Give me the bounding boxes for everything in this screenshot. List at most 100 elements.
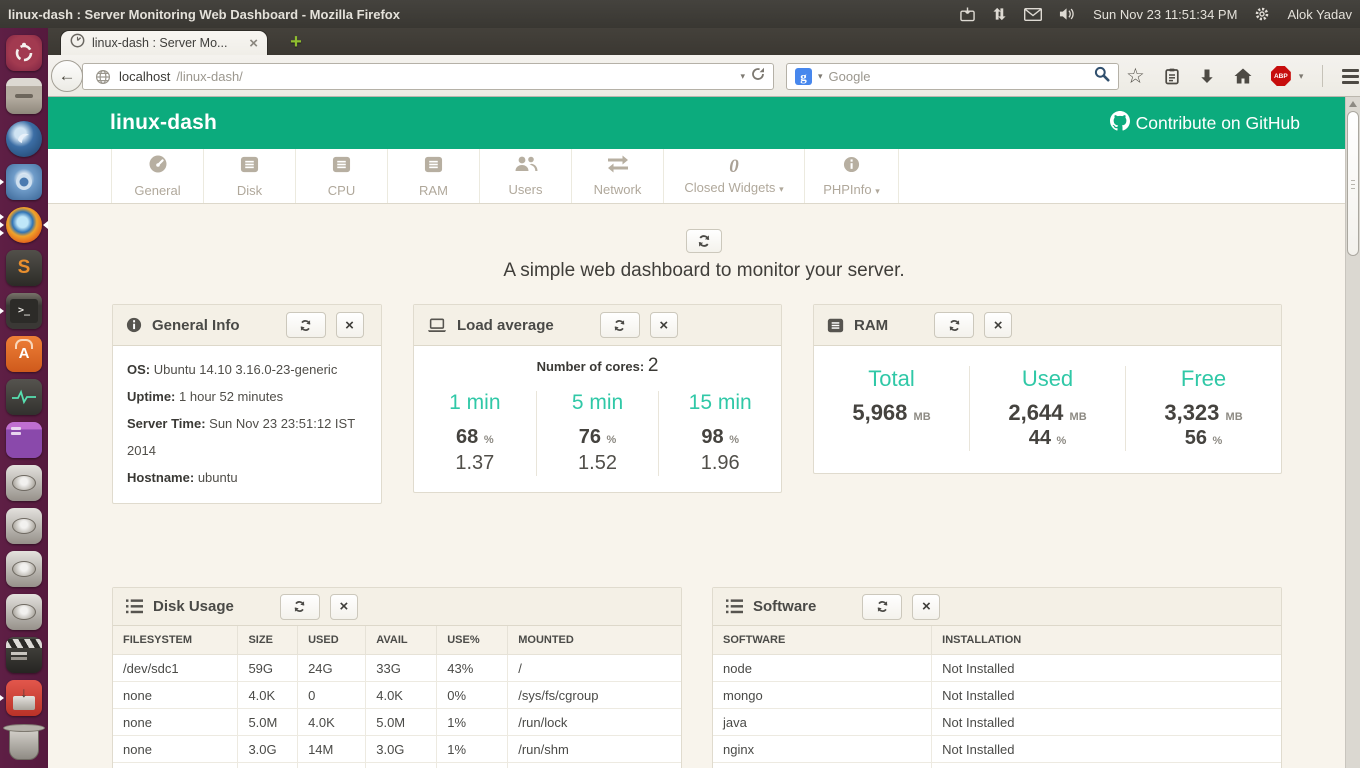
gauge-icon — [148, 154, 168, 179]
launcher-disk-1[interactable] — [0, 461, 48, 504]
downloads-icon[interactable] — [1199, 68, 1215, 84]
widget-load-average: Load average × Number of cores: 2 1 min … — [413, 304, 782, 493]
network-updown-icon[interactable] — [992, 7, 1007, 21]
scrollbar-thumb[interactable] — [1347, 111, 1359, 256]
cores-line: Number of cores: 2 — [536, 355, 659, 376]
tab-close-icon[interactable]: × — [249, 36, 258, 51]
disk-drive-icon — [6, 550, 42, 587]
search-input[interactable] — [828, 69, 1088, 84]
bookmarks-menu-icon[interactable] — [1164, 68, 1180, 85]
launcher-trash[interactable] — [0, 721, 48, 764]
info-row: Hostname: ubuntu — [127, 470, 238, 485]
launcher-files[interactable] — [0, 74, 48, 117]
widget-close-button[interactable]: × — [329, 593, 358, 620]
adblock-plus-icon[interactable]: ABP — [1270, 66, 1291, 86]
scrollbar-track[interactable] — [1345, 97, 1360, 768]
launcher-disk-4[interactable] — [0, 590, 48, 633]
disk-drive-icon — [6, 593, 42, 630]
mail-icon[interactable] — [1024, 7, 1043, 21]
widget-close-button[interactable]: × — [912, 593, 941, 620]
ram-used-column: Used 2,644 MB 44 % — [969, 366, 1125, 452]
widget-close-button[interactable]: × — [335, 312, 364, 338]
launcher-disk-3[interactable] — [0, 547, 48, 590]
url-host: localhost — [119, 69, 171, 84]
launcher-firefox[interactable] — [0, 203, 48, 246]
widget-refresh-button[interactable] — [279, 593, 320, 620]
system-titlebar: linux-dash : Server Monitoring Web Dashb… — [0, 0, 1360, 28]
widget-refresh-button[interactable] — [285, 312, 326, 338]
abp-dropdown-icon[interactable]: ▾ — [1299, 71, 1304, 82]
caret-down-icon: ▾ — [779, 184, 784, 194]
tab-cpu[interactable]: CPU — [295, 149, 387, 203]
users-icon — [514, 155, 538, 178]
browser-tab[interactable]: linux-dash : Server Mo... × — [60, 30, 268, 55]
google-engine-icon[interactable]: g — [795, 68, 812, 85]
launcher-media-app[interactable] — [0, 418, 48, 461]
tab-network[interactable]: Network — [571, 149, 663, 203]
url-input[interactable]: localhost/linux-dash/ ▾ — [82, 63, 774, 90]
launcher-thunderbird[interactable] — [0, 117, 48, 160]
bookmark-star-icon[interactable]: ☆ — [1126, 65, 1145, 87]
tab-general[interactable]: General — [111, 149, 203, 203]
window-title: linux-dash : Server Monitoring Web Dashb… — [8, 6, 400, 22]
widget-header[interactable]: Disk Usage × — [113, 588, 681, 626]
running-pip — [0, 213, 4, 220]
widget-title: Disk Usage — [153, 598, 234, 615]
launcher-chromium[interactable] — [0, 160, 48, 203]
system-monitor-icon — [6, 378, 42, 415]
launcher-disk-2[interactable] — [0, 504, 48, 547]
reload-icon[interactable] — [751, 67, 765, 86]
back-button[interactable]: ← — [51, 60, 83, 92]
volume-icon[interactable] — [1059, 7, 1076, 21]
scrollbar-up-arrow[interactable] — [1349, 101, 1357, 107]
widget-title: General Info — [152, 316, 240, 334]
session-user[interactable]: Alok Yadav — [1287, 7, 1352, 22]
engine-dropdown-icon[interactable]: ▾ — [818, 71, 823, 82]
widget-refresh-button[interactable] — [934, 312, 975, 338]
menu-hamburger-icon[interactable] — [1342, 68, 1360, 84]
launcher-video-editor[interactable] — [0, 633, 48, 676]
navigation-toolbar: ← localhost/linux-dash/ ▾ g ▾ ☆ ABP ▾ — [48, 55, 1360, 97]
info-icon — [843, 156, 860, 178]
github-link[interactable]: Contribute on GitHub — [1109, 110, 1300, 136]
launcher-system-monitor[interactable] — [0, 375, 48, 418]
widget-refresh-button[interactable] — [862, 593, 903, 620]
software-table: SOFTWARE INSTALLATION node Not Installed … — [713, 626, 1281, 768]
ubuntu-logo-icon — [6, 34, 42, 71]
home-icon[interactable] — [1234, 68, 1252, 84]
search-bar[interactable]: g ▾ — [786, 63, 1119, 90]
table-row: vsftpdNot Installed — [713, 762, 1281, 768]
widget-general-info: General Info × OS: Ubuntu 14.10 3.16.0-2… — [112, 304, 382, 504]
widget-header[interactable]: Software × — [713, 588, 1281, 626]
ram-free-column: Free 3,323 MB 56 % — [1125, 366, 1281, 452]
table-row: mongo Not Installed — [713, 681, 1281, 709]
brand-title: linux-dash — [110, 111, 218, 134]
launcher-terminal[interactable]: >_ — [0, 289, 48, 332]
dashboard-content: A simple web dashboard to monitor your s… — [48, 204, 1360, 768]
tab-ram[interactable]: RAM — [387, 149, 479, 203]
widget-header[interactable]: Load average × — [414, 305, 781, 346]
tab-phpinfo[interactable]: PHPInfo ▾ — [804, 149, 899, 203]
widget-close-button[interactable]: × — [649, 312, 678, 338]
search-magnifier-icon[interactable] — [1094, 66, 1110, 87]
list-alt-icon — [827, 317, 844, 334]
sync-indicator-icon[interactable] — [960, 6, 975, 22]
widget-disk-usage: Disk Usage × FILESYSTEM SIZE USED AVAIL … — [112, 587, 682, 768]
widget-refresh-button[interactable] — [599, 312, 640, 338]
widget-close-button[interactable]: × — [984, 312, 1013, 338]
clock[interactable]: Sun Nov 23 11:51:34 PM — [1093, 7, 1237, 22]
url-dropdown-icon[interactable]: ▾ — [740, 71, 745, 82]
refresh-all-button[interactable] — [686, 229, 722, 253]
launcher-ubuntu-dash[interactable] — [0, 31, 48, 74]
session-gear-icon[interactable] — [1254, 6, 1270, 22]
tab-closed-widgets[interactable]: 0 Closed Widgets ▾ — [663, 149, 804, 203]
launcher-software-center[interactable]: A — [0, 332, 48, 375]
launcher-sublime-text[interactable]: S — [0, 246, 48, 289]
tab-users[interactable]: Users — [479, 149, 571, 203]
widget-ram: RAM × Total 5,968 MB Used 2,644 MB 44 % … — [813, 304, 1282, 475]
widget-header[interactable]: RAM × — [814, 305, 1281, 346]
tab-disk[interactable]: Disk — [203, 149, 295, 203]
new-tab-button[interactable]: + — [280, 31, 312, 54]
launcher-package-installer[interactable]: ↓ — [0, 676, 48, 719]
widget-header[interactable]: General Info × — [113, 305, 381, 346]
